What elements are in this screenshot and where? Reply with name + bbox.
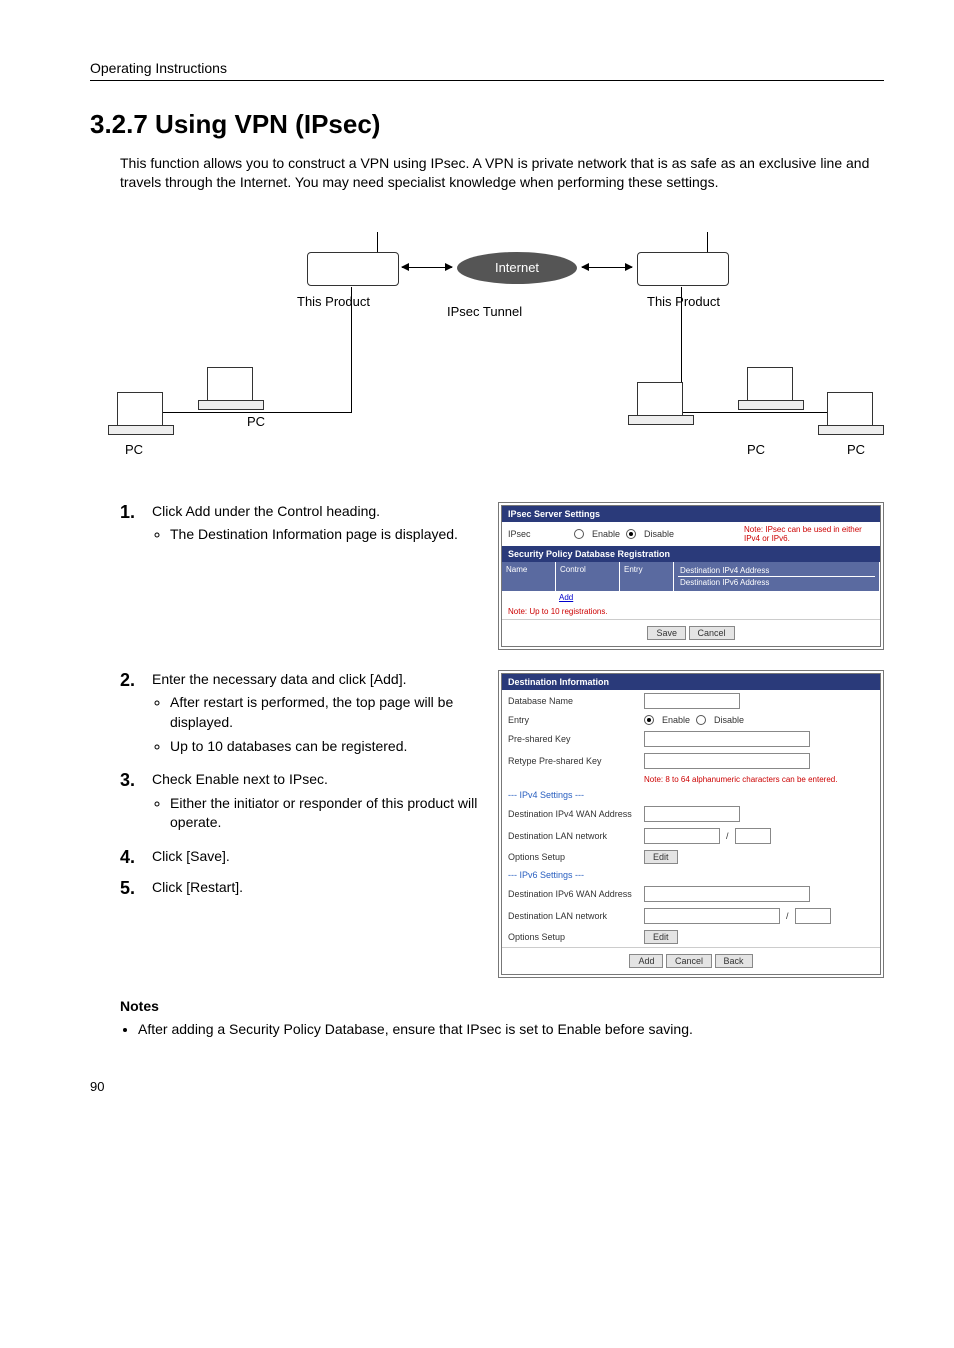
radio-enable[interactable] — [574, 529, 584, 539]
cancel-button[interactable]: Cancel — [689, 626, 735, 640]
label-dest6wan: Destination IPv6 WAN Address — [508, 889, 638, 899]
panel-header: Destination Information — [502, 674, 880, 690]
step-number: 5. — [120, 878, 152, 899]
internet-oval: Internet — [457, 252, 577, 284]
cancel-button[interactable]: Cancel — [666, 954, 712, 968]
step-number: 2. — [120, 670, 152, 691]
edit-button[interactable]: Edit — [644, 930, 678, 944]
step-text: Click [Restart]. — [152, 879, 243, 895]
pc-icon — [207, 367, 253, 403]
radio-disable[interactable] — [626, 529, 636, 539]
dest6-lan-prefix-input[interactable] — [795, 908, 831, 924]
label-enable: Enable — [592, 529, 620, 539]
link-arrow — [402, 267, 452, 268]
pc-icon — [117, 392, 163, 428]
label-pc: PC — [247, 414, 265, 429]
label-pc: PC — [125, 442, 143, 457]
save-button[interactable]: Save — [647, 626, 686, 640]
label-psk: Pre-shared Key — [508, 734, 638, 744]
step-text: Click Add under the Control heading. — [152, 503, 380, 519]
screenshot-destination-information: Destination Information Database Name En… — [498, 670, 884, 978]
step-text: Check Enable next to IPsec. — [152, 771, 328, 787]
step-item: 5. Click [Restart]. — [120, 878, 480, 899]
step-number: 3. — [120, 770, 152, 791]
step-item: 4. Click [Save]. — [120, 847, 480, 868]
label-ipsec-tunnel: IPsec Tunnel — [447, 304, 522, 319]
label-options-setup: Options Setup — [508, 932, 638, 942]
step-sub: The Destination Information page is disp… — [170, 525, 458, 545]
label-this-product: This Product — [297, 294, 370, 309]
ipv4-section-divider: --- IPv4 Settings --- — [502, 787, 880, 803]
note-item: After adding a Security Policy Database,… — [138, 1020, 884, 1040]
running-header: Operating Instructions — [90, 60, 884, 81]
network-diagram: Internet This Product This Product IPsec… — [107, 212, 867, 472]
router-icon — [307, 252, 399, 286]
panel-header: IPsec Server Settings — [502, 506, 880, 522]
label-db-name: Database Name — [508, 696, 638, 706]
step-item: 3. Check Enable next to IPsec. Either th… — [120, 770, 480, 837]
pc-icon — [637, 382, 683, 418]
add-button[interactable]: Add — [629, 954, 663, 968]
step-text: Enter the necessary data and click [Add]… — [152, 671, 406, 687]
link-arrow — [582, 267, 632, 268]
note-registrations: Note: Up to 10 registrations. — [508, 607, 608, 616]
label-psk-retype: Retype Pre-shared Key — [508, 756, 638, 766]
dest4wan-input[interactable] — [644, 806, 740, 822]
edit-button[interactable]: Edit — [644, 850, 678, 864]
pc-icon — [747, 367, 793, 403]
radio-disable[interactable] — [696, 715, 706, 725]
step-number: 1. — [120, 502, 152, 523]
spd-table-header: Name Control Entry Destination IPv4 Addr… — [502, 562, 880, 591]
note-chars: Note: 8 to 64 alphanumeric characters ca… — [644, 775, 837, 784]
router-icon — [637, 252, 729, 286]
step-number: 4. — [120, 847, 152, 868]
dest6-lan-addr-input[interactable] — [644, 908, 780, 924]
dest-lan-addr-input[interactable] — [644, 828, 720, 844]
label-enable: Enable — [662, 715, 690, 725]
notes-heading: Notes — [120, 998, 884, 1014]
radio-enable[interactable] — [644, 715, 654, 725]
step-item: 1. Click Add under the Control heading. … — [120, 502, 480, 549]
section-title: 3.2.7 Using VPN (IPsec) — [90, 109, 884, 140]
note-ipsec-top: Note: IPsec can be used in either IPv4 o… — [744, 525, 874, 543]
dest6wan-input[interactable] — [644, 886, 810, 902]
step-item: 2. Enter the necessary data and click [A… — [120, 670, 480, 760]
label-disable: Disable — [714, 715, 744, 725]
label-dest-lan: Destination LAN network — [508, 831, 638, 841]
db-name-input[interactable] — [644, 693, 740, 709]
step-sub: After restart is performed, the top page… — [170, 693, 480, 732]
label-options-setup: Options Setup — [508, 852, 638, 862]
label-disable: Disable — [644, 529, 674, 539]
panel-header: Security Policy Database Registration — [502, 546, 880, 562]
label-pc: PC — [847, 442, 865, 457]
ipv6-section-divider: --- IPv6 Settings --- — [502, 867, 880, 883]
label-ipsec: IPsec — [508, 529, 568, 539]
psk-retype-input[interactable] — [644, 753, 810, 769]
add-link[interactable]: Add — [559, 593, 573, 602]
step-sub: Up to 10 databases can be registered. — [170, 737, 480, 757]
page-number: 90 — [90, 1079, 884, 1094]
label-this-product: This Product — [647, 294, 720, 309]
label-entry: Entry — [508, 715, 638, 725]
back-button[interactable]: Back — [715, 954, 753, 968]
screenshot-ipsec-server-settings: IPsec Server Settings IPsec Enable Disab… — [498, 502, 884, 650]
pc-icon — [827, 392, 873, 428]
label-pc: PC — [747, 442, 765, 457]
dest-lan-mask-input[interactable] — [735, 828, 771, 844]
label-dest-lan: Destination LAN network — [508, 911, 638, 921]
psk-input[interactable] — [644, 731, 810, 747]
step-text: Click [Save]. — [152, 848, 230, 864]
label-dest4wan: Destination IPv4 WAN Address — [508, 809, 638, 819]
intro-paragraph: This function allows you to construct a … — [120, 154, 884, 192]
step-sub: Either the initiator or responder of thi… — [170, 794, 480, 833]
